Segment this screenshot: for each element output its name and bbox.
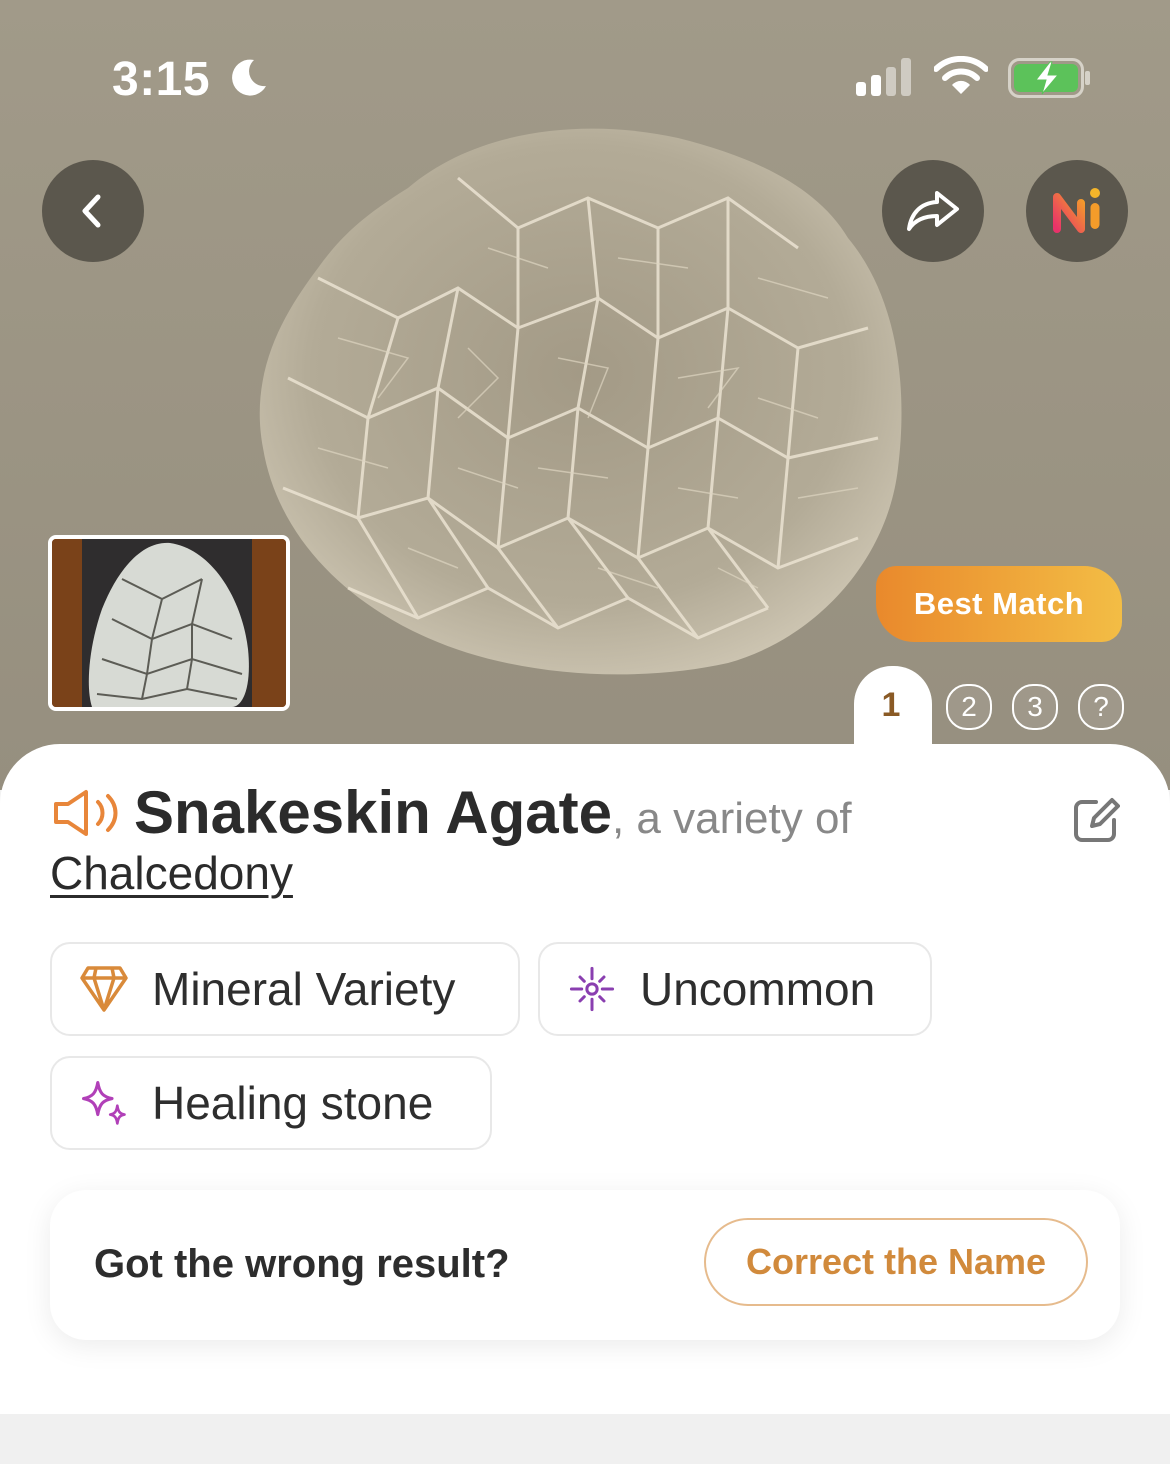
ai-logo-icon [1053, 188, 1100, 233]
bottom-divider-strip [0, 1414, 1170, 1464]
ai-assistant-button[interactable] [1026, 160, 1128, 262]
thumbnail-image [52, 539, 286, 707]
result-tab-help[interactable]: ? [1078, 684, 1124, 730]
best-match-badge: Best Match [876, 566, 1122, 642]
moon-icon [232, 59, 266, 96]
wrong-result-prompt: Got the wrong result? [94, 1242, 510, 1286]
status-time: 3:15 [112, 53, 211, 106]
edit-icon[interactable] [1072, 796, 1120, 844]
battery-charging-icon [1008, 58, 1090, 98]
result-title-row: Snakeskin Agate, a variety of [52, 778, 1052, 847]
rarity-sparkle-icon [568, 965, 616, 1013]
wrong-result-card: Got the wrong result? Correct the Name [50, 1190, 1120, 1340]
result-tab-2[interactable]: 2 [946, 684, 992, 730]
share-arrow-icon [907, 191, 959, 231]
wifi-icon [934, 56, 988, 94]
sparkles-icon [80, 1079, 128, 1127]
correct-name-button[interactable]: Correct the Name [704, 1218, 1088, 1306]
tag-healing-stone[interactable]: Healing stone [50, 1056, 492, 1150]
hero-image-area: 3:15 Best Match 1 2 3 ? [0, 0, 1170, 790]
stone-photo [259, 128, 902, 675]
result-variety-text: , a variety of [611, 794, 852, 843]
result-tab-1[interactable]: 1 [870, 684, 912, 726]
tag-mineral-variety[interactable]: Mineral Variety [50, 942, 520, 1036]
result-tab-3[interactable]: 3 [1012, 684, 1058, 730]
tag-uncommon[interactable]: Uncommon [538, 942, 932, 1036]
cellular-signal-icon [856, 58, 911, 96]
crystal-icon [80, 965, 128, 1013]
share-button[interactable] [882, 160, 984, 262]
chevron-left-icon [82, 194, 101, 228]
back-button[interactable] [42, 160, 144, 262]
tag-label: Healing stone [152, 1077, 434, 1129]
result-name: Snakeskin Agate [134, 779, 612, 846]
tag-label: Uncommon [640, 963, 876, 1015]
user-photo-thumbnail[interactable] [48, 535, 290, 711]
parent-mineral-link[interactable]: Chalcedony [50, 846, 293, 900]
tag-label: Mineral Variety [152, 963, 456, 1015]
status-bar: 3:15 [0, 0, 1170, 150]
